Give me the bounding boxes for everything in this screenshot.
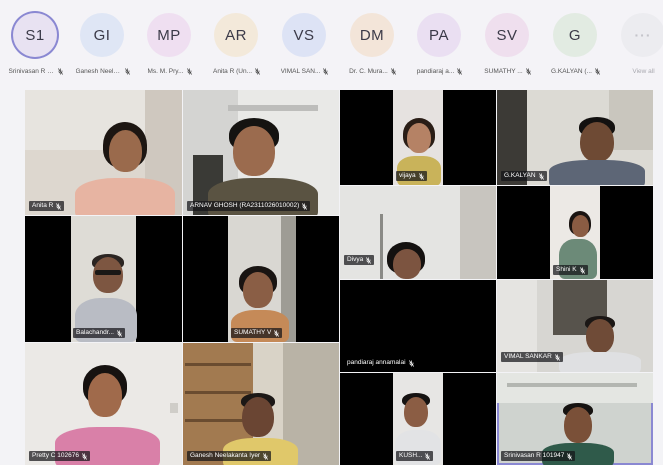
mic-muted-icon [323, 67, 329, 75]
avatar: MP [147, 13, 191, 57]
participant-name: SUMATHY ... [484, 67, 523, 75]
participant-name-label: pandiaraj annamalai [347, 359, 406, 366]
video-tile[interactable]: SUMATHY V [183, 216, 339, 342]
more-icon: ··· [621, 13, 663, 57]
participant-name: G.KALYAN (... [551, 67, 592, 75]
participant-name-label: Ganesh Neelakanta Iyer [190, 452, 261, 459]
view-all-label: View all [632, 67, 655, 75]
mic-muted-icon [186, 67, 192, 75]
video-tile[interactable]: Pretty C 102676 [25, 343, 182, 465]
participant-chip[interactable]: SV SUMATHY ... [474, 0, 541, 90]
participant-chip[interactable]: AR Anita R (Un... [203, 0, 270, 90]
participant-name-label: vijaya [399, 172, 416, 179]
participant-chip[interactable]: S1 Srinivasan R 10... [2, 0, 69, 90]
participant-chip[interactable]: MP Ms. M. Pry... [136, 0, 203, 90]
avatar: GI [80, 13, 124, 57]
participant-name-label: SUMATHY V [234, 329, 272, 336]
avatar: S1 [13, 13, 57, 57]
mic-muted-icon [366, 256, 372, 264]
mic-muted-icon [116, 329, 122, 337]
mic-muted-icon [579, 266, 585, 274]
mic-muted-icon [538, 172, 544, 180]
mic-muted-icon [425, 452, 431, 460]
participant-name-label: Shini K [556, 266, 577, 273]
video-tile[interactable]: Divya [340, 186, 496, 279]
participant-chip[interactable]: G G.KALYAN (... [542, 0, 609, 90]
mic-muted-icon [124, 67, 130, 75]
mic-muted-icon [82, 452, 87, 460]
video-tile[interactable]: Ganesh Neelakanta Iyer [183, 343, 339, 465]
video-tile[interactable]: VIMAL SANKAR [497, 280, 653, 372]
mic-muted-icon [554, 353, 560, 361]
participant-chip[interactable]: DM Dr. C. Mura... [339, 0, 406, 90]
video-tile[interactable]: Shini K [497, 186, 653, 279]
video-tile-active-speaker[interactable]: Srinivasan R 101947 [497, 373, 653, 465]
participant-chip[interactable]: PA pandiaraj a... [406, 0, 473, 90]
mic-muted-icon [457, 67, 463, 75]
mic-muted-icon [408, 359, 414, 367]
participant-name-label: G.KALYAN [504, 172, 536, 179]
participant-name-label: VIMAL SANKAR [504, 353, 552, 360]
participant-chip[interactable]: VS VIMAL SAN... [271, 0, 338, 90]
avatar: SV [485, 13, 529, 57]
mic-muted-icon [390, 67, 396, 75]
avatar: PA [417, 13, 461, 57]
video-tile[interactable]: pandiaraj annamalai [340, 280, 496, 372]
mic-muted-icon [594, 67, 600, 75]
video-tile[interactable]: vijaya [340, 90, 496, 185]
avatar: AR [214, 13, 258, 57]
mic-muted-icon [57, 67, 63, 75]
mic-muted-icon [56, 202, 62, 210]
mic-muted-icon [525, 67, 531, 75]
avatar: G [553, 13, 597, 57]
participant-name-label: KUSH... [399, 452, 423, 459]
participant-name: Ms. M. Pry... [147, 67, 184, 75]
avatar: VS [282, 13, 326, 57]
participant-name-label: Anita R [32, 202, 54, 209]
video-tile[interactable]: Anita R [25, 90, 182, 215]
mic-muted-icon [274, 329, 280, 337]
participants-strip: S1 Srinivasan R 10... GI Ganesh Neelak..… [0, 0, 663, 91]
video-tile[interactable]: Balachandr... [25, 216, 182, 342]
participant-name: pandiaraj a... [416, 67, 455, 75]
mic-muted-icon [302, 202, 308, 210]
avatar: DM [350, 13, 394, 57]
participant-name: Ganesh Neelak... [75, 67, 122, 75]
participant-name: Srinivasan R 10... [8, 67, 55, 75]
view-all-button[interactable]: ··· View all [610, 0, 663, 90]
video-tile[interactable]: ARNAV GHOSH (RA2311026010002) [183, 90, 339, 215]
participant-name-label: ARNAV GHOSH (RA2311026010002) [190, 202, 300, 209]
participant-name: Anita R (Un... [212, 67, 252, 75]
participant-name: VIMAL SAN... [280, 67, 321, 75]
participant-name-label: Pretty C 102676 [32, 452, 79, 459]
mic-muted-icon [263, 452, 269, 460]
participant-name-label: Srinivasan R 101947 [504, 452, 565, 459]
video-tile[interactable]: G.KALYAN [497, 90, 653, 185]
participant-chip[interactable]: GI Ganesh Neelak... [69, 0, 136, 90]
video-grid: Anita R ARNAV GHOSH (RA2311026010002) vi… [0, 90, 663, 465]
mic-muted-icon [255, 67, 260, 75]
video-tile[interactable]: KUSH... [340, 373, 496, 465]
participant-name: Dr. C. Mura... [349, 67, 388, 75]
mic-muted-icon [567, 452, 573, 460]
participant-name-label: Balachandr... [76, 329, 114, 336]
mic-muted-icon [418, 172, 424, 180]
participant-name-label: Divya [347, 256, 364, 263]
